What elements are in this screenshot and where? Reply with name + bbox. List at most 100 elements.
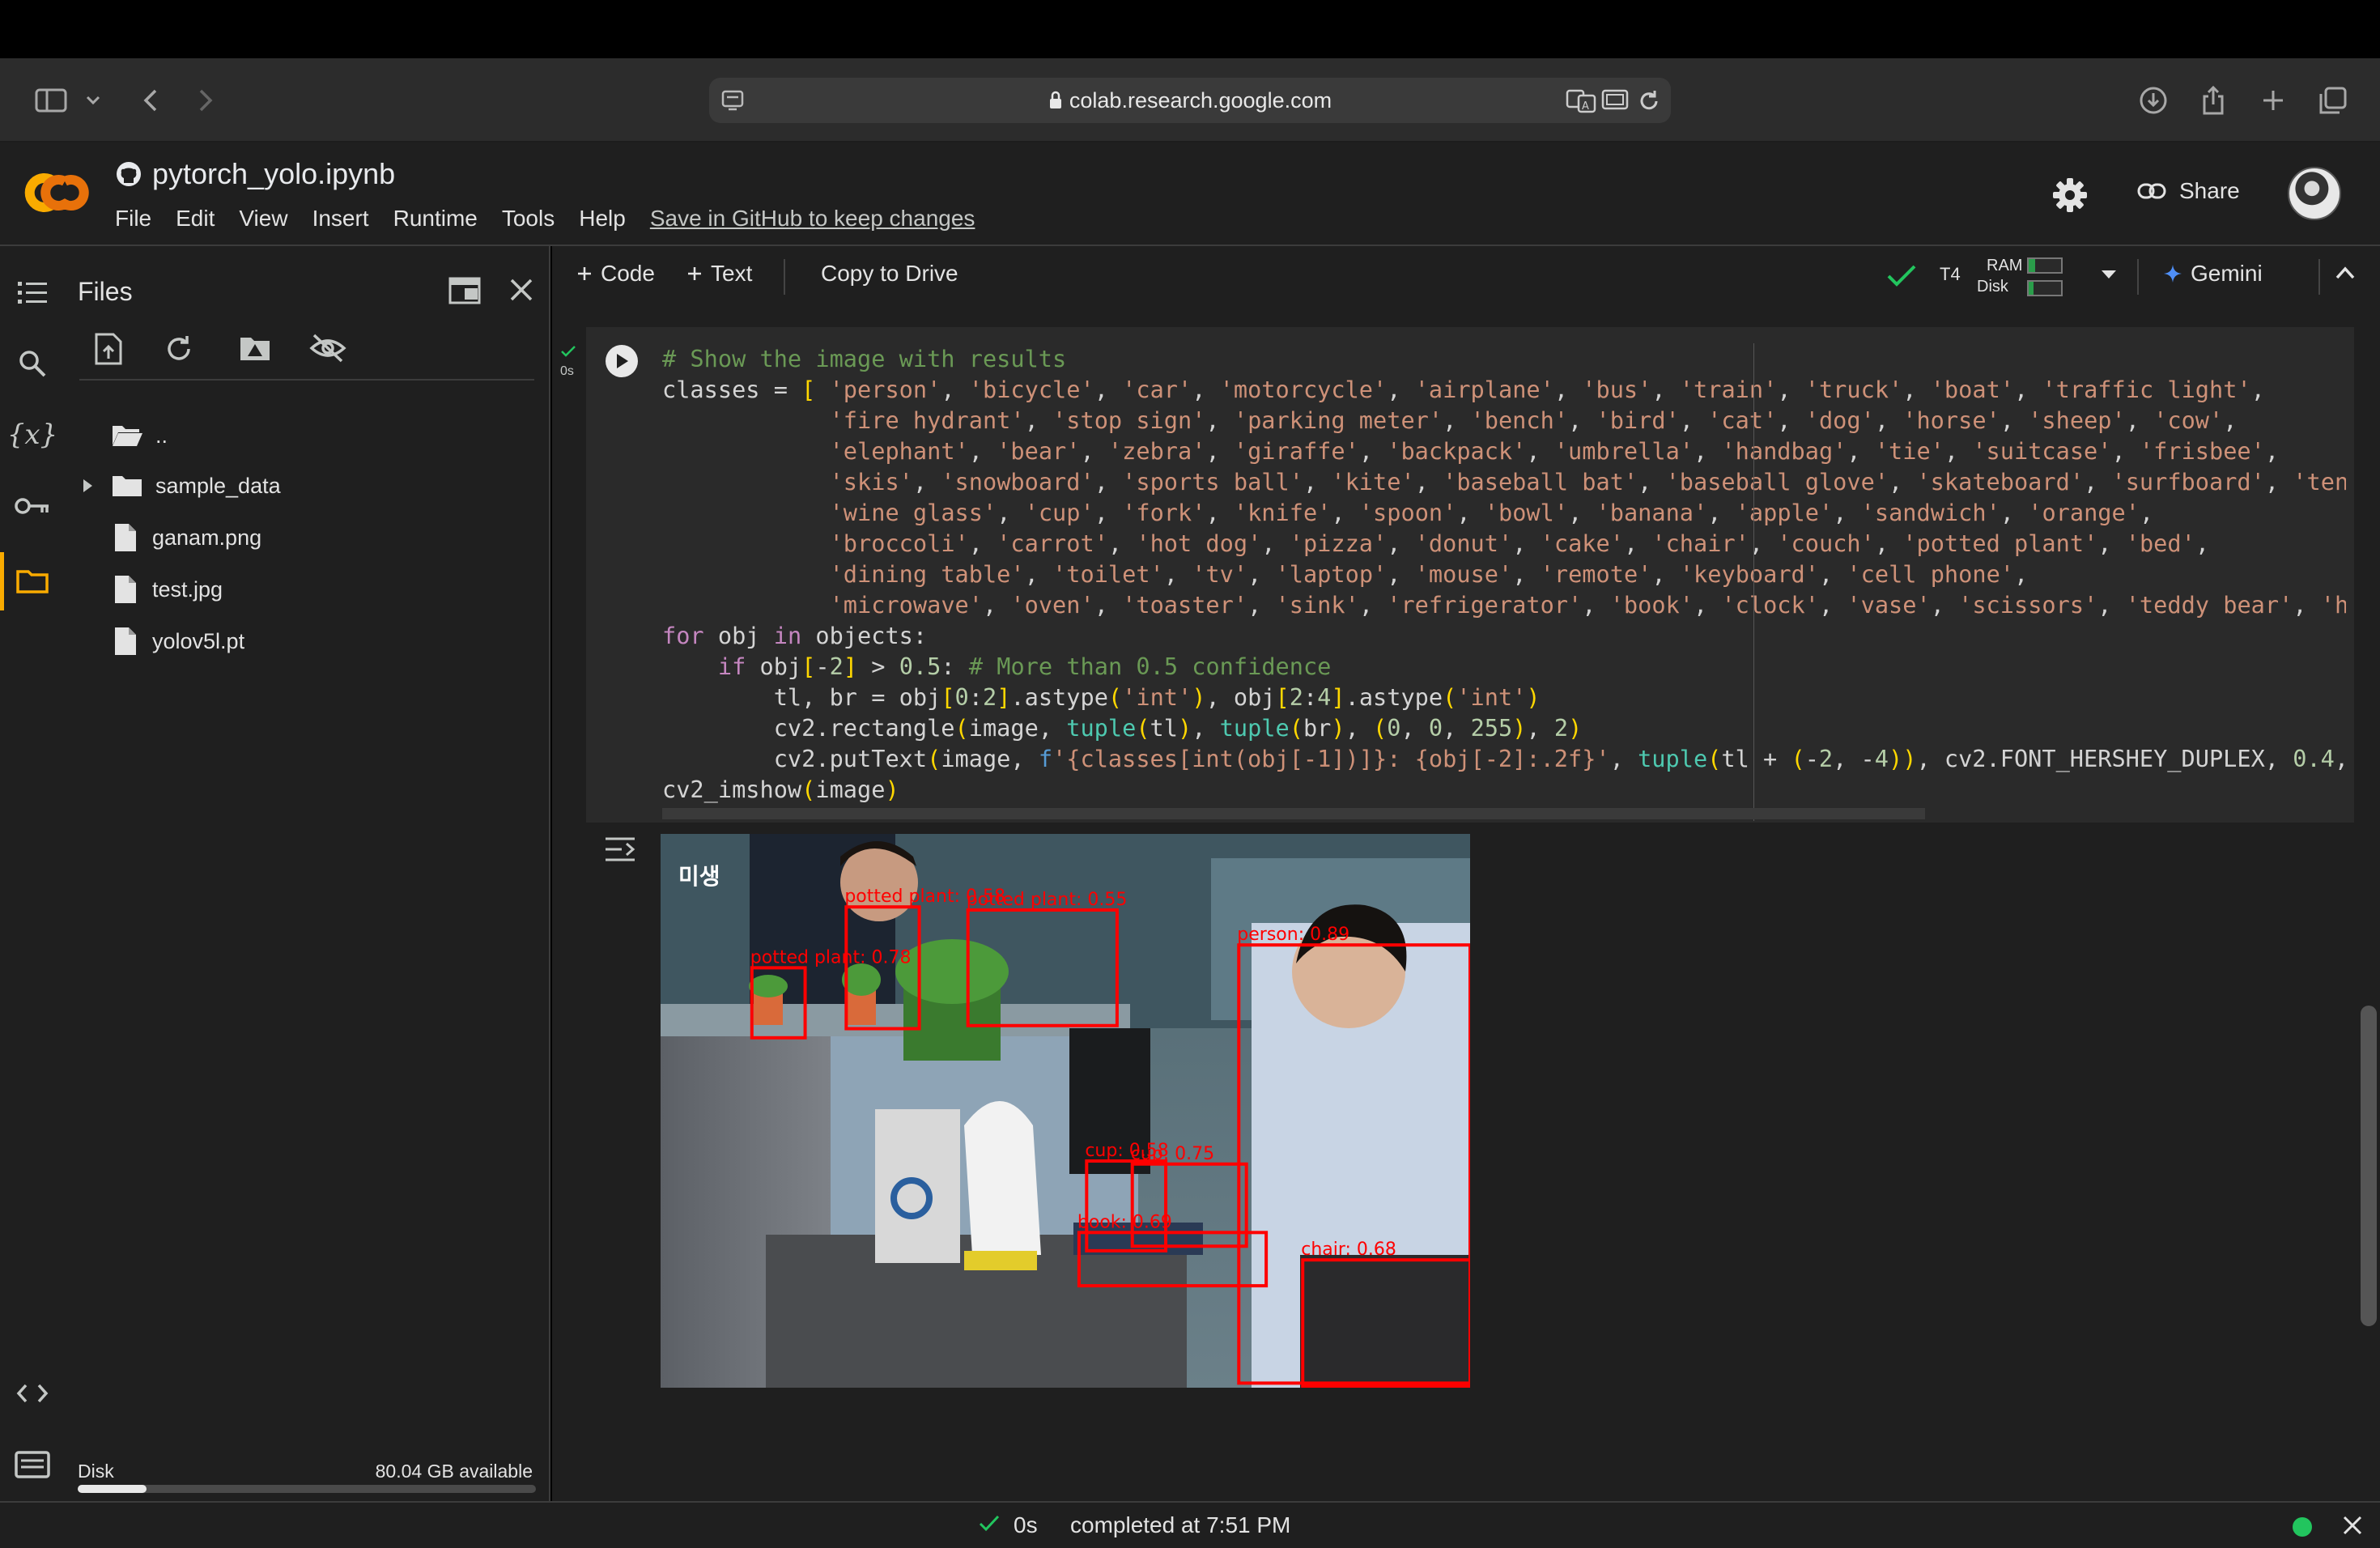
key-icon[interactable] [0,478,65,534]
collapse-header-icon[interactable] [2335,266,2356,284]
folder-icon [113,476,142,496]
tab-overview-icon[interactable] [2317,58,2349,142]
output-actions-icon[interactable] [602,834,638,869]
copy-to-drive-label: Copy to Drive [821,261,958,286]
vertical-scrollbar[interactable] [2361,1006,2377,1326]
command-palette-icon[interactable] [0,1436,65,1493]
copy-to-drive-button[interactable]: Copy to Drive [821,261,958,287]
tree-item-test[interactable]: test.jpg [113,565,223,614]
menu-view[interactable]: View [239,206,287,232]
add-code-label: Code [601,261,655,286]
hide-icon[interactable] [309,332,346,368]
resources-dropdown-icon[interactable] [2100,269,2118,284]
disk-usage-fill [78,1485,147,1493]
run-cell-button[interactable] [606,345,638,377]
disk-available: 80.04 GB available [375,1461,533,1482]
plus-icon [578,267,591,280]
share-page-icon[interactable] [2197,58,2229,142]
file-icon [115,576,136,603]
save-in-github-link[interactable]: Save in GitHub to keep changes [650,206,975,232]
code-line: 'elephant', 'bear', 'zebra', 'giraffe', … [829,437,2280,465]
output-image: 미생 potted plant: 0.58 potted plant: 0.55 p… [661,834,1470,1388]
status-completed-text[interactable]: completed at 7:51 PM [1070,1512,1290,1538]
tree-item-label: .. [155,423,168,448]
code-line: cv2.rectangle(image, tuple(tl), tuple(br… [662,714,1583,742]
upload-icon[interactable] [94,332,123,370]
variables-icon[interactable]: {x} [0,406,65,463]
tree-item-label: ganam.png [152,525,262,550]
colab-header: pytorch_yolo.ipynb File Edit View Insert… [0,142,2380,246]
status-bar: 0s completed at 7:51 PM [0,1501,2380,1548]
detection-label: cup: 0.75 [1131,1144,1214,1164]
ram-meter [2027,257,2063,274]
menu-help[interactable]: Help [579,206,626,232]
menu-edit[interactable]: Edit [176,206,215,232]
expand-arrow-icon[interactable] [81,478,94,494]
code-editor[interactable]: # Show the image with results classes = [… [662,343,2346,813]
disk-label: Disk [78,1461,114,1482]
chevron-down-icon[interactable] [81,58,105,142]
translate-icon[interactable]: A [1566,87,1598,117]
add-code-button[interactable]: Code [576,261,655,287]
search-icon[interactable] [0,335,65,392]
address-bar[interactable]: colab.research.google.com A [709,78,1671,123]
add-text-button[interactable]: Text [686,261,752,287]
toc-icon[interactable] [0,264,65,321]
folder-open-icon [113,426,142,446]
avatar[interactable] [2288,167,2341,220]
detection-result-image: 미생 potted plant: 0.58potted plant: 0.55p… [661,834,1470,1388]
menu-tools[interactable]: Tools [502,206,555,232]
close-icon[interactable] [508,277,534,307]
new-tab-icon[interactable] [2257,58,2289,142]
tree-item-parent[interactable]: .. [110,411,168,460]
gemini-button[interactable]: Gemini [2163,261,2263,287]
tree-item-label: sample_data [155,473,281,498]
download-icon[interactable] [2136,58,2171,142]
back-icon[interactable] [136,58,165,142]
reader-icon[interactable] [1601,89,1630,116]
notebook-title[interactable]: pytorch_yolo.ipynb [152,157,395,191]
runtime-type[interactable]: T4 [1940,264,1961,285]
code-cell[interactable]: # Show the image with results classes = [… [586,327,2354,823]
connected-check-icon[interactable] [1886,264,1917,292]
left-rail: {x} [0,246,65,1501]
code-line: if obj[-2] > 0.5: # More than 0.5 confid… [717,653,1332,680]
reload-icon[interactable] [1637,89,1661,117]
horizontal-scrollbar[interactable] [662,808,1925,819]
disk-usage-bar [78,1485,536,1493]
mount-drive-icon[interactable] [238,334,272,367]
link-icon [2137,183,2166,199]
tree-item-yolov5l[interactable]: yolov5l.pt [113,617,244,666]
share-button[interactable]: Share [2137,178,2240,204]
plus-icon [688,267,701,280]
detection-label: potted plant: 0.55 [967,890,1128,910]
sidebar-toggle-icon[interactable] [31,58,71,142]
refresh-icon[interactable] [164,334,194,368]
menu-file[interactable]: File [115,206,151,232]
plastic-bag [964,1101,1041,1255]
file-icon [115,627,136,655]
open-in-tab-icon[interactable] [448,277,481,308]
share-label: Share [2179,178,2240,203]
menu-runtime[interactable]: Runtime [393,206,478,232]
tree-item-ganam[interactable]: ganam.png [113,513,261,562]
detection-label: person: 0.89 [1237,925,1349,945]
disk-meter [2027,280,2063,296]
forward-icon[interactable] [191,58,220,142]
resource-labels[interactable]: RAM Disk [1977,253,2022,300]
ruler-line [1753,343,1754,821]
tree-item-sample-data[interactable]: sample_data [81,461,281,510]
code-line: tl, br = obj[0:2].astype('int'), obj[2:4… [662,683,1541,711]
colab-logo[interactable] [21,167,94,219]
settings-gear-icon[interactable] [2051,176,2089,218]
divider [79,379,534,381]
folder-icon[interactable] [0,552,65,609]
code-line: 'microwave', 'oven', 'toaster', 'sink', … [829,591,2346,619]
menu-bar: File Edit View Insert Runtime Tools Help… [115,206,975,232]
close-status-icon[interactable] [2341,1514,2364,1541]
menu-insert[interactable]: Insert [312,206,369,232]
code-snippets-icon[interactable] [0,1365,65,1422]
code-line: # Show the image with results [662,345,1067,372]
detection-label: potted plant: 0.78 [750,947,912,968]
url-text[interactable]: colab.research.google.com [709,78,1671,123]
